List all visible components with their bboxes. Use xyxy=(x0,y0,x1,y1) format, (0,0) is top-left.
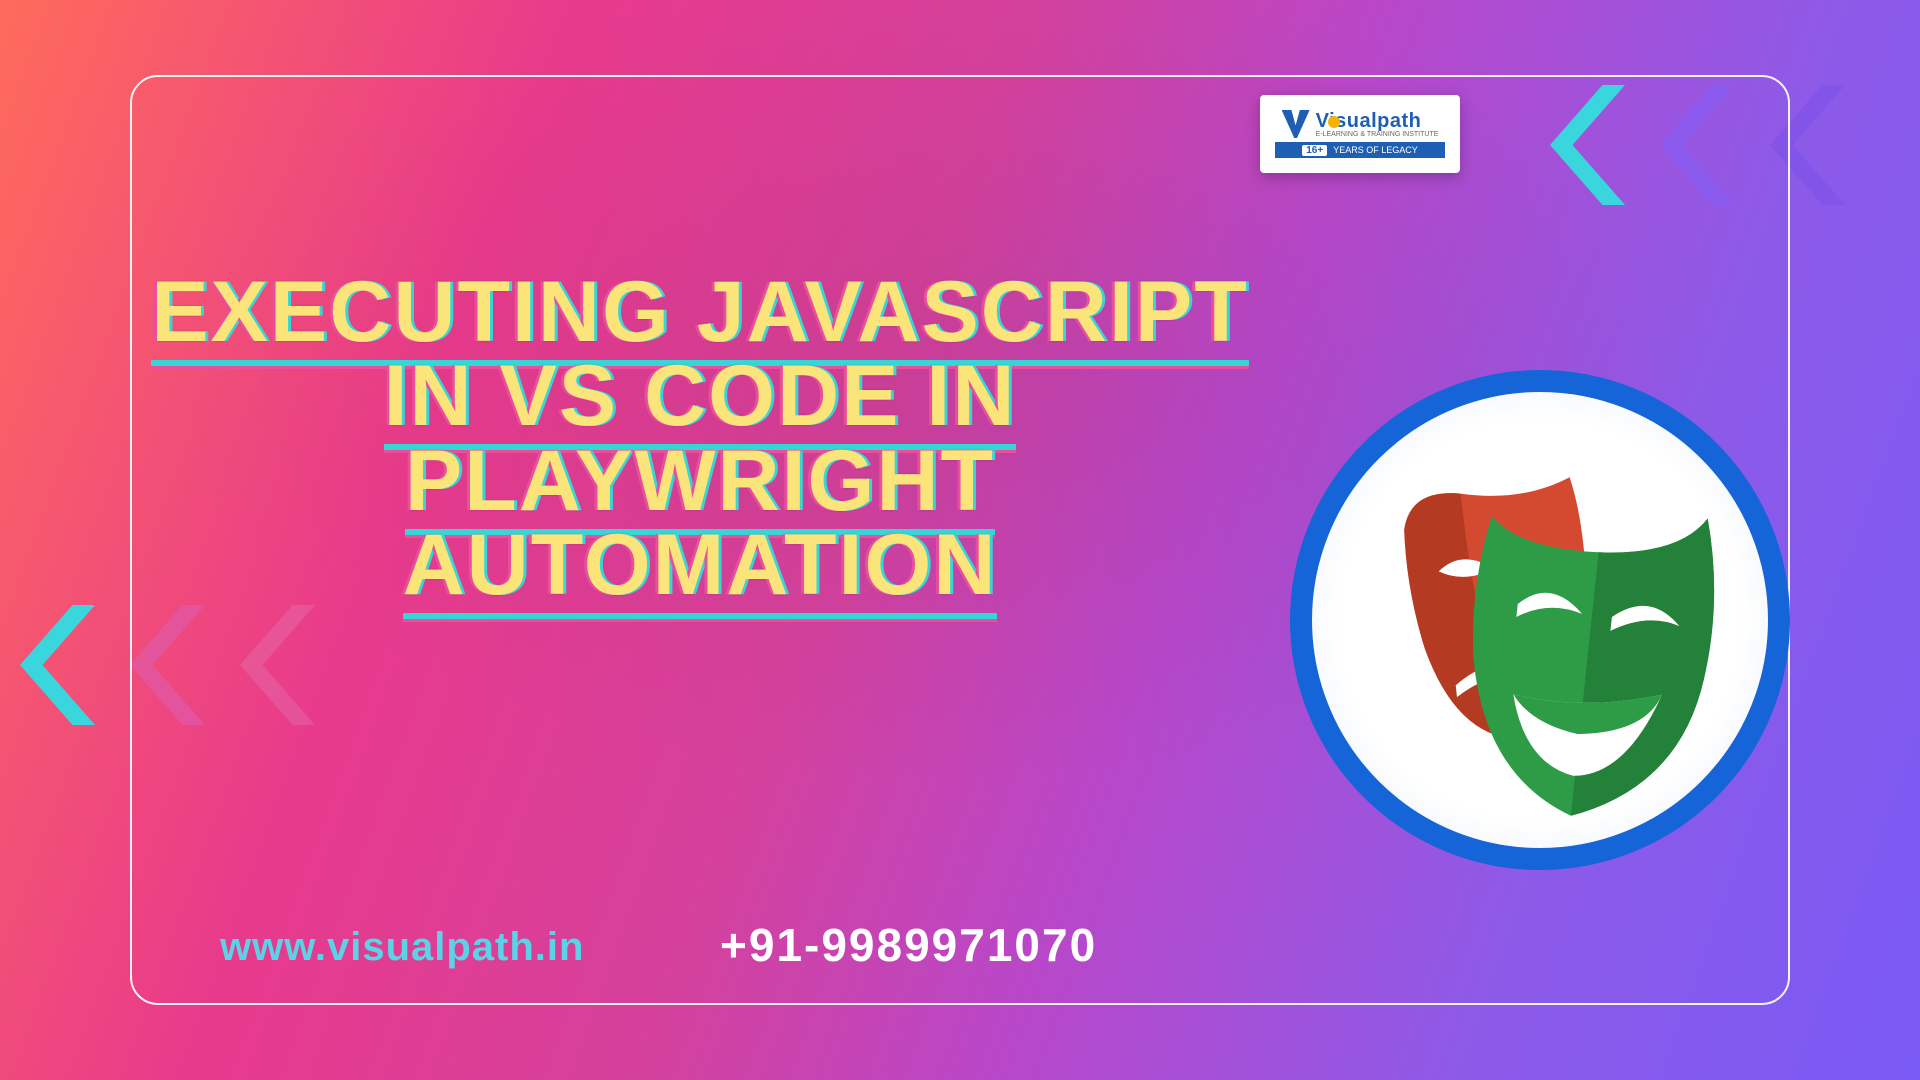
phone-number: +91-9989971070 xyxy=(720,918,1097,972)
website-url: www.visualpath.in xyxy=(220,925,584,970)
visualpath-logo: Visualpath E-LEARNING & TRAINING INSTITU… xyxy=(1282,110,1439,138)
title-line: AUTOMATION xyxy=(403,517,998,619)
logo-badge-num: 16+ xyxy=(1302,145,1327,156)
logo-tagline: E-LEARNING & TRAINING INSTITUTE xyxy=(1316,131,1439,138)
logo-dot-icon xyxy=(1328,116,1340,128)
logo-badge-text: YEARS OF LEGACY xyxy=(1333,145,1418,155)
logo-badge: 16+ YEARS OF LEGACY xyxy=(1275,142,1445,158)
visualpath-logo-card: Visualpath E-LEARNING & TRAINING INSTITU… xyxy=(1260,95,1460,173)
page-title: EXECUTING JAVASCRIPT IN VS CODE IN PLAYW… xyxy=(150,270,1250,607)
logo-v-mark-icon xyxy=(1282,110,1310,138)
playwright-masks-icon xyxy=(1290,370,1790,870)
